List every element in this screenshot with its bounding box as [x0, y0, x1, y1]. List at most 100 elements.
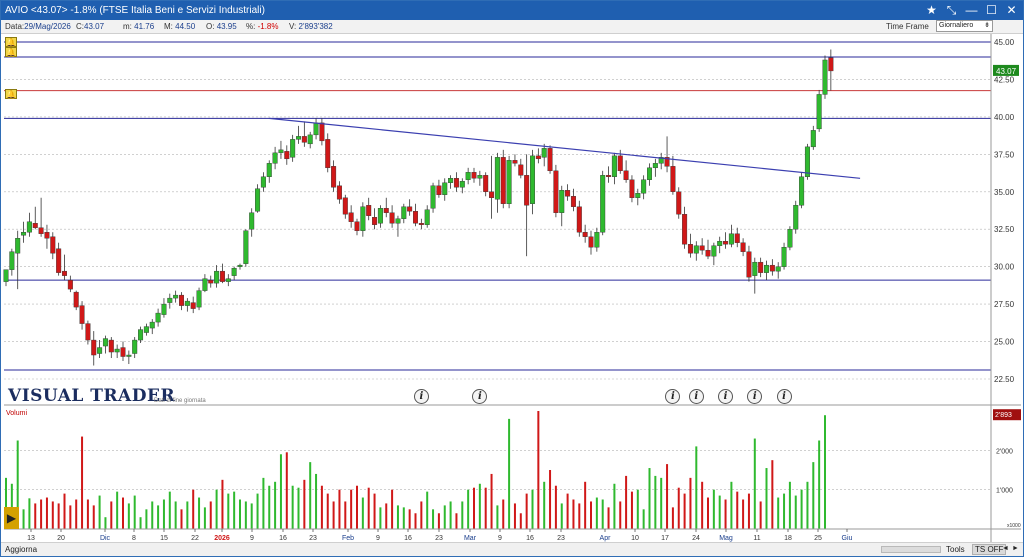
candle-body [442, 182, 448, 195]
candle-body [623, 170, 629, 180]
alarm-bell-icon[interactable]: 🔔 [5, 47, 17, 57]
volume-bar [724, 499, 727, 529]
volume-bar [215, 489, 218, 529]
volume-bar [765, 468, 768, 529]
info-icon[interactable]: i [688, 389, 704, 404]
candle-body [588, 236, 594, 248]
volume-bar [461, 501, 464, 529]
volume-unit-marker: x1000 [1007, 523, 1021, 529]
candle-body [547, 148, 553, 172]
candle [237, 263, 243, 270]
volume-bar [701, 481, 704, 529]
candle [606, 166, 612, 183]
info-icon[interactable]: i [413, 389, 429, 404]
volume-bar [361, 497, 364, 529]
minimize-button[interactable]: — [963, 2, 980, 19]
x-tick-label: 10 [631, 535, 639, 542]
candle [266, 160, 272, 183]
scroll-right-icon[interactable]: ► [1012, 545, 1019, 552]
volume-bar [712, 489, 715, 529]
volume-bar [34, 503, 37, 529]
candle [588, 230, 594, 255]
candle [430, 182, 436, 213]
volume-bar [601, 499, 604, 529]
candle [799, 172, 805, 209]
candle [372, 208, 378, 230]
volume-bar [566, 493, 569, 529]
maximize-button[interactable]: ☐ [983, 2, 1000, 19]
x-tick-label: Dic [100, 535, 111, 542]
volume-bar [40, 499, 43, 529]
candle-body [752, 261, 758, 276]
candle-body [319, 122, 325, 142]
volume-bar [595, 497, 598, 529]
volume-bar [250, 503, 253, 529]
x-tick-label: 9 [498, 535, 502, 542]
chart-area[interactable]: 45.00 42.50 40.00 37.50 35.00 32.50 30.00 27.50… [1, 34, 1023, 542]
window-title: AVIO <43.07> -1.8% (FTSE Italia Beni e S… [5, 5, 265, 16]
volume-label: Volumi [6, 410, 28, 417]
candle [243, 229, 249, 267]
volume-bar [742, 499, 745, 529]
candle-body [395, 218, 401, 224]
candle-body [717, 241, 723, 246]
candle-body [652, 163, 658, 169]
max-info: M: 44.50 [164, 22, 196, 31]
candle-body [38, 227, 44, 234]
candle-body [413, 211, 419, 224]
candle-body [465, 172, 471, 180]
candle-body [15, 238, 21, 254]
candle-body [143, 326, 149, 333]
volume-bar [367, 487, 370, 529]
candle [816, 89, 822, 132]
volume-bar [315, 473, 318, 529]
resize-arrow-icon[interactable]: ⤡ [943, 2, 960, 19]
x-tick-label: 13 [27, 535, 35, 542]
candle-body [424, 209, 430, 225]
volume-bar [788, 481, 791, 529]
volume-bar [584, 481, 587, 529]
tools-button[interactable]: Tools [946, 545, 965, 554]
volume-bar [262, 477, 265, 529]
candle [190, 296, 196, 314]
candle-body [793, 205, 799, 230]
volume-bar [508, 418, 511, 529]
play-button[interactable]: ▶ [4, 507, 19, 529]
volume-bar [69, 505, 72, 529]
x-tick-label: 16 [279, 535, 287, 542]
chevron-down-icon[interactable]: ⇟ [983, 22, 991, 30]
volume-bar [426, 491, 429, 529]
volume-bar [531, 489, 534, 529]
candle [734, 227, 740, 248]
candle [711, 242, 717, 266]
update-button[interactable]: Aggiorna [5, 545, 37, 554]
volume-bar [256, 493, 259, 529]
candle-body [73, 291, 79, 308]
timeframe-select[interactable]: Giornaliero ⇟ [936, 20, 993, 32]
candle-body [471, 172, 477, 179]
candle-body [243, 230, 249, 264]
horizontal-scrollbar[interactable] [881, 546, 941, 553]
candle-body [155, 312, 161, 323]
candle [260, 172, 266, 192]
scroll-left-icon[interactable]: ◄ [1002, 545, 1009, 552]
volume-bar [759, 501, 762, 529]
candle [717, 236, 723, 254]
candle-body [711, 245, 717, 257]
candle [255, 184, 261, 213]
favorite-star-icon[interactable]: ★ [923, 2, 940, 19]
candle [73, 290, 79, 311]
alarm-bell-icon[interactable]: 🔔 [5, 37, 17, 47]
candle-body [208, 279, 214, 284]
close-button[interactable]: ✕ [1003, 2, 1020, 19]
candles [3, 49, 834, 366]
info-icon[interactable]: i [718, 389, 734, 404]
candle-body [50, 236, 56, 254]
volume-bar [736, 491, 739, 529]
candle [366, 197, 372, 221]
info-icon[interactable]: i [776, 389, 792, 404]
last-volume-label: 2'893 [995, 412, 1012, 419]
candle [670, 155, 676, 195]
alarm-bell-icon[interactable]: 🔔 [5, 89, 17, 99]
volume-bar [707, 497, 709, 529]
